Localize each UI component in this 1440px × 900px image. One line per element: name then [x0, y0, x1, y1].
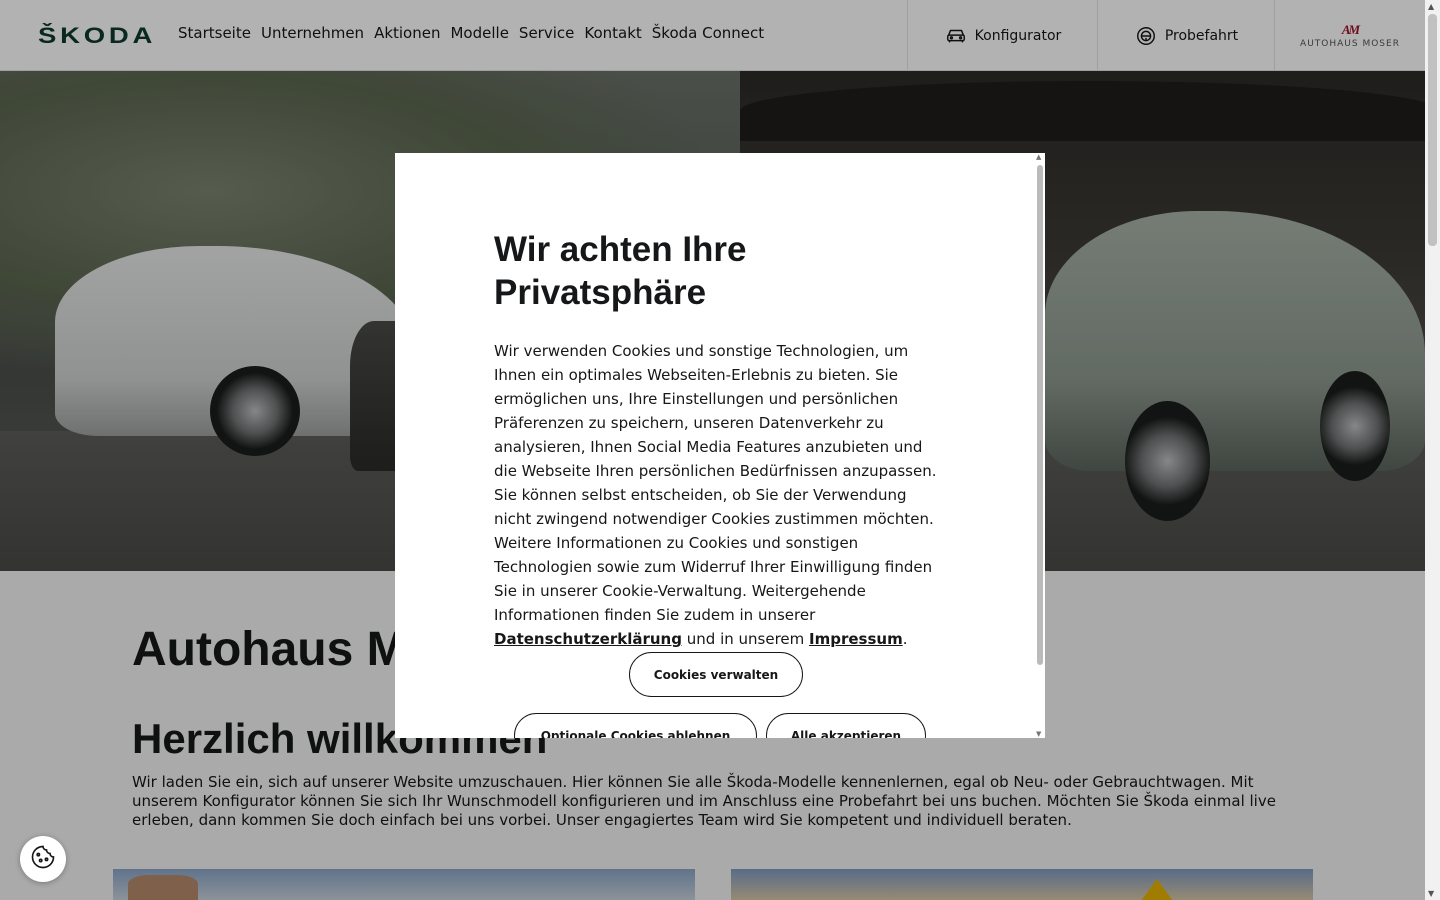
- cookie-text-end: .: [902, 630, 908, 648]
- cookie-dialog-title: Wir achten Ihre Privatsphäre: [494, 230, 747, 312]
- modal-scrollbar-thumb[interactable]: [1037, 165, 1043, 665]
- page-scroll-up-icon[interactable]: ▲: [1428, 2, 1434, 11]
- privacy-policy-link[interactable]: Datenschutzerklärung: [494, 630, 682, 648]
- manage-cookies-button[interactable]: Cookies verwalten: [629, 652, 803, 697]
- cookie-consent-dialog: Wir achten Ihre Privatsphäre Wir verwend…: [395, 153, 1045, 738]
- cookie-text-main: Wir verwenden Cookies und sonstige Techn…: [494, 342, 937, 624]
- page-scroll-down-icon[interactable]: ▼: [1428, 889, 1434, 898]
- cookie-settings-button[interactable]: [20, 836, 66, 882]
- cookie-text-between: und in unserem: [686, 630, 805, 648]
- reject-optional-cookies-button[interactable]: Optionale Cookies ablehnen: [514, 713, 757, 738]
- imprint-link[interactable]: Impressum: [809, 630, 903, 648]
- page-scrollbar[interactable]: ▲ ▼: [1425, 0, 1440, 900]
- accept-all-cookies-button[interactable]: Alle akzeptieren: [766, 713, 926, 738]
- cookie-dialog-text: Wir verwenden Cookies und sonstige Techn…: [494, 339, 944, 651]
- scroll-down-icon[interactable]: ▼: [1036, 730, 1041, 738]
- modal-scrollbar[interactable]: ▲ ▼: [1035, 153, 1045, 738]
- scroll-up-icon[interactable]: ▲: [1036, 153, 1041, 161]
- page-scrollbar-thumb[interactable]: [1428, 14, 1437, 246]
- cookie-icon: [29, 843, 57, 875]
